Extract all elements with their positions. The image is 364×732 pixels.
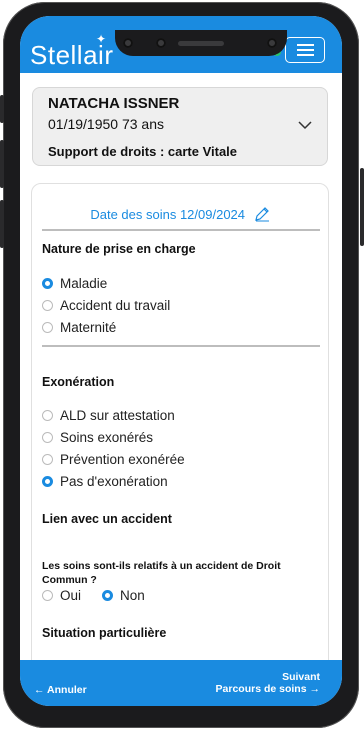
accident-title: Lien avec un accident [42,512,172,526]
next-label: Suivant [282,671,320,683]
cancel-label: Annuler [47,684,87,696]
divider [42,229,320,231]
camera-icon [123,38,133,48]
speaker-grille [178,41,224,46]
radio-non[interactable]: Non [102,588,145,603]
patient-dob-age: 01/19/1950 73 ans [48,116,164,132]
radio-label: Oui [60,588,82,603]
care-date[interactable]: Date des soins 12/09/2024 [32,206,328,222]
menu-button[interactable] [285,37,325,63]
camera-icon [156,38,166,48]
radio-label: Accident du travail [60,298,171,313]
phone-volume-up [0,140,4,188]
radio-accident-travail[interactable]: Accident du travail [42,298,170,313]
radio-label: Non [120,588,145,603]
exoneration-title: Exonération [42,375,115,389]
footer-bar: ← Annuler Suivant Parcours de soins → [20,660,342,706]
phone-volume-down [0,200,4,248]
chevron-down-icon[interactable] [298,121,312,130]
next-sub-label: Parcours de soins [215,683,307,695]
logo-sparkle-icon: ✦ [96,32,107,46]
radio-maladie[interactable]: Maladie [42,276,107,291]
hamburger-menu-icon [297,44,314,46]
arrow-left-icon: ← [34,684,45,696]
patient-card[interactable]: NATACHA ISSNER 01/19/1950 73 ans Support… [32,87,328,166]
phone-power-button [360,168,364,246]
accident-question: Les soins sont-ils relatifs à un acciden… [42,560,281,586]
radio-label: ALD sur attestation [60,408,175,423]
divider [42,345,320,347]
cancel-button[interactable]: ← Annuler [34,684,87,696]
patient-name: NATACHA ISSNER [48,95,180,112]
radio-ald-attestation[interactable]: ALD sur attestation [42,408,175,423]
phone-side-button [0,95,4,123]
app-screen: Stellair ✦ NATACHA ISSNER 01/19/1950 73 … [20,16,342,706]
phone-notch [115,30,287,56]
main-content: NATACHA ISSNER 01/19/1950 73 ans Support… [20,73,342,660]
form-card: Date des soins 12/09/2024 Nature de pris… [31,183,329,660]
arrow-right-icon: → [309,683,321,695]
radio-label: Soins exonérés [60,430,154,445]
sensor-icon [267,38,277,48]
radio-soins-exoneres[interactable]: Soins exonérés [42,430,153,445]
radio-maternite[interactable]: Maternité [42,320,116,335]
next-button[interactable]: Suivant Parcours de soins → [216,671,320,695]
radio-label: Maternité [60,320,117,335]
radio-label: Pas d'exonération [60,474,168,489]
situation-title: Situation particulière [42,626,167,640]
patient-support: Support de droits : carte Vitale [48,144,238,159]
radio-label: Prévention exonérée [60,452,185,467]
pencil-icon[interactable] [254,206,270,222]
care-date-label: Date des soins 12/09/2024 [90,207,246,222]
nature-title: Nature de prise en charge [42,242,196,256]
radio-prevention-exoneree[interactable]: Prévention exonérée [42,452,185,467]
radio-label: Maladie [60,276,108,291]
radio-pas-exoneration[interactable]: Pas d'exonération [42,474,168,489]
radio-oui[interactable]: Oui [42,588,81,603]
